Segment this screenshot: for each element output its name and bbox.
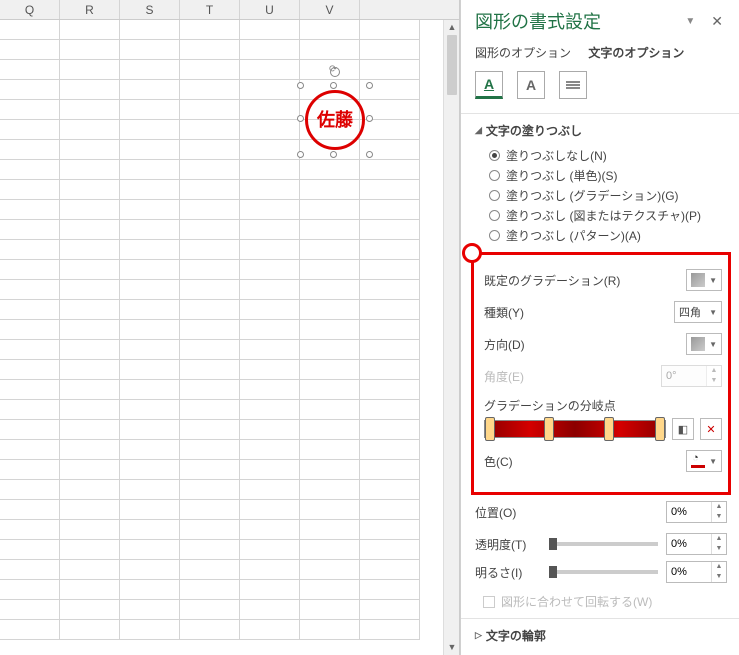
brightness-input[interactable]: ▲▼ — [666, 561, 727, 583]
color-dropdown[interactable]: ▼ — [686, 450, 722, 472]
column-headers: Q R S T U V — [0, 0, 459, 20]
gradient-type-dropdown[interactable]: 四角▼ — [674, 301, 722, 323]
col-header[interactable]: Q — [0, 0, 60, 19]
resize-handle[interactable] — [330, 82, 337, 89]
resize-handle[interactable] — [297, 151, 304, 158]
text-fill-outline-icon[interactable]: A — [475, 71, 503, 99]
radio-no-fill[interactable]: 塗りつぶしなし(N) — [489, 147, 727, 164]
radio-solid-fill[interactable]: 塗りつぶし (単色)(S) — [489, 167, 727, 184]
gradient-stops-track[interactable] — [484, 420, 666, 438]
label-brightness: 明るさ(I) — [475, 564, 541, 581]
col-header[interactable]: S — [120, 0, 180, 19]
annotation-marker-icon — [462, 243, 482, 263]
label-gradient-stops: グラデーションの分岐点 — [484, 397, 722, 414]
resize-handle[interactable] — [366, 82, 373, 89]
vertical-scrollbar[interactable]: ▲ ▼ — [443, 20, 459, 655]
brightness-slider[interactable] — [549, 570, 658, 574]
angle-input: ▲▼ — [661, 365, 722, 387]
text-effects-icon[interactable]: A — [517, 71, 545, 99]
tab-text-options[interactable]: 文字のオプション — [588, 46, 684, 60]
stamp-text: 佐藤 — [317, 111, 353, 129]
resize-handle[interactable] — [330, 151, 337, 158]
resize-handle[interactable] — [297, 82, 304, 89]
cell-grid[interactable]: document.write(Array.from({length:31},()… — [0, 20, 459, 640]
resize-handle[interactable] — [297, 115, 304, 122]
format-shape-pane: 図形の書式設定 ▼ ✕ 図形のオプション 文字のオプション A A 文字の塗りつ… — [460, 0, 739, 655]
transparency-input[interactable]: ▲▼ — [666, 533, 727, 555]
stamp-circle: 佐藤 — [305, 90, 365, 150]
rotate-handle[interactable] — [330, 67, 340, 77]
preset-gradient-dropdown[interactable]: ▼ — [686, 269, 722, 291]
scroll-up-icon[interactable]: ▲ — [444, 20, 460, 35]
col-header[interactable]: R — [60, 0, 120, 19]
label-direction: 方向(D) — [484, 336, 686, 353]
resize-handle[interactable] — [366, 151, 373, 158]
label-position: 位置(O) — [475, 504, 666, 521]
resize-handle[interactable] — [366, 115, 373, 122]
position-input[interactable]: ▲▼ — [666, 501, 727, 523]
pane-title: 図形の書式設定 — [475, 8, 601, 34]
radio-picture-fill[interactable]: 塗りつぶし (図またはテクスチャ)(P) — [489, 207, 727, 224]
pane-menu-icon[interactable]: ▼ — [685, 16, 695, 27]
add-stop-button[interactable]: ◧ — [672, 418, 694, 440]
col-header[interactable]: T — [180, 0, 240, 19]
textbox-icon[interactable] — [559, 71, 587, 99]
tab-shape-options[interactable]: 図形のオプション — [475, 46, 571, 60]
col-header[interactable]: V — [300, 0, 360, 19]
gradient-stop[interactable] — [655, 417, 665, 441]
label-angle: 角度(E) — [484, 368, 661, 385]
scroll-thumb[interactable] — [447, 35, 457, 95]
gradient-stop[interactable] — [485, 417, 495, 441]
label-preset-gradient: 既定のグラデーション(R) — [484, 272, 686, 289]
radio-pattern-fill[interactable]: 塗りつぶし (パターン)(A) — [489, 227, 727, 244]
direction-dropdown[interactable]: ▼ — [686, 333, 722, 355]
label-color: 色(C) — [484, 453, 686, 470]
expand-icon — [475, 630, 482, 641]
worksheet-area[interactable]: Q R S T U V document.write(Array.from({l… — [0, 0, 460, 655]
scroll-down-icon[interactable]: ▼ — [444, 640, 460, 655]
rotate-with-shape-checkbox: 図形に合わせて回転する(W) — [483, 593, 727, 610]
col-header[interactable]: U — [240, 0, 300, 19]
section-text-outline[interactable]: 文字の輪郭 — [475, 627, 727, 644]
expand-icon — [475, 125, 482, 136]
annotation-highlight: 既定のグラデーション(R) ▼ 種類(Y) 四角▼ 方向(D) ▼ 角度(E) … — [471, 252, 731, 495]
gradient-stop[interactable] — [544, 417, 554, 441]
gradient-stop[interactable] — [604, 417, 614, 441]
close-icon[interactable]: ✕ — [707, 13, 727, 30]
transparency-slider[interactable] — [549, 542, 658, 546]
remove-stop-button[interactable]: ✕ — [700, 418, 722, 440]
radio-gradient-fill[interactable]: 塗りつぶし (グラデーション)(G) — [489, 187, 727, 204]
selected-shape-stamp[interactable]: 佐藤 — [300, 85, 370, 155]
label-transparency: 透明度(T) — [475, 536, 541, 553]
option-tabs: 図形のオプション 文字のオプション — [475, 44, 727, 61]
section-text-fill[interactable]: 文字の塗りつぶし — [475, 122, 727, 139]
label-type: 種類(Y) — [484, 304, 674, 321]
